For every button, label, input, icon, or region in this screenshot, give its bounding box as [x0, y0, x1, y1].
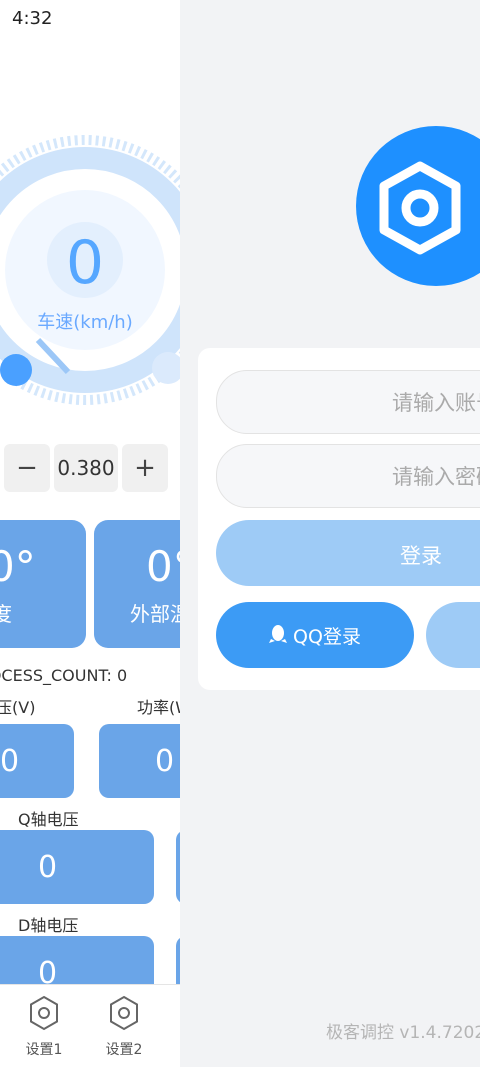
password-placeholder: 请输入密码	[392, 465, 480, 489]
status-time: 4:32	[12, 8, 53, 29]
login-form: 请输入账号 请输入密码 登录 QQ登录	[198, 348, 480, 690]
increment-button[interactable]: +	[122, 444, 168, 492]
hex-nut-icon	[379, 161, 461, 255]
controller-temp-label: 控制器温度	[0, 602, 12, 626]
voltage-value: 0	[0, 743, 20, 779]
version-label: 极客调控 v1.4.720240	[326, 1023, 480, 1043]
q-axis-value: 0	[38, 849, 58, 885]
voltage-label: 电压(V)	[0, 698, 36, 717]
login-button-label: 登录	[400, 544, 442, 568]
account-input[interactable]: 请输入账号	[216, 370, 480, 434]
tab-settings-1[interactable]: 设置1	[14, 995, 74, 1059]
external-temp-label: 外部温度	[130, 602, 180, 626]
tab-settings-2-label: 设置2	[105, 1042, 143, 1058]
q-axis-card: 0	[0, 830, 154, 904]
power-value: 0	[155, 743, 175, 779]
q-axis-label: Q轴电压	[18, 810, 79, 829]
alt-login-button[interactable]	[426, 602, 480, 668]
decrement-button[interactable]: −	[4, 444, 50, 492]
error-count-label: ERROR_PROCESS_COUNT: 0	[0, 666, 128, 685]
ratio-stepper: − 0.380 +	[4, 444, 168, 492]
d-axis-label: D轴电压	[18, 916, 79, 935]
hex-nut-icon	[110, 995, 138, 1031]
controller-temp-value: 0°	[0, 542, 36, 591]
qq-login-button[interactable]: QQ登录	[216, 602, 414, 668]
app-logo	[356, 126, 480, 286]
speed-unit-label: 车速(km/h)	[37, 312, 133, 333]
login-page: 请输入账号 请输入密码 登录 QQ登录 极客调控 v1.4.720240	[180, 0, 480, 1067]
controller-temp-card: 0° 控制器温度	[0, 520, 86, 648]
power-label: 功率(W)	[137, 698, 180, 717]
speed-value: 0	[65, 228, 105, 298]
hex-nut-icon	[30, 995, 58, 1031]
bottom-tab-bar: 设置1 设置2	[0, 984, 180, 1067]
tab-settings-1-label: 设置1	[25, 1042, 63, 1058]
stepper-value[interactable]: 0.380	[54, 444, 118, 492]
external-temp-value: 0°	[146, 542, 180, 591]
qq-login-label: QQ登录	[293, 625, 361, 648]
login-button[interactable]: 登录	[216, 520, 480, 586]
tab-settings-2[interactable]: 设置2	[94, 995, 154, 1059]
account-placeholder: 请输入账号	[392, 391, 480, 415]
external-temp-card: 0° 外部温度	[94, 520, 180, 648]
password-input[interactable]: 请输入密码	[216, 444, 480, 508]
voltage-card: 0	[0, 724, 74, 798]
power-card: 0	[99, 724, 180, 798]
qq-penguin-icon	[269, 625, 288, 643]
dashboard-page: 0 车速(km/h) − 0.380 + 0° 控制器温度 0° 外部温度 ER…	[0, 40, 180, 1067]
